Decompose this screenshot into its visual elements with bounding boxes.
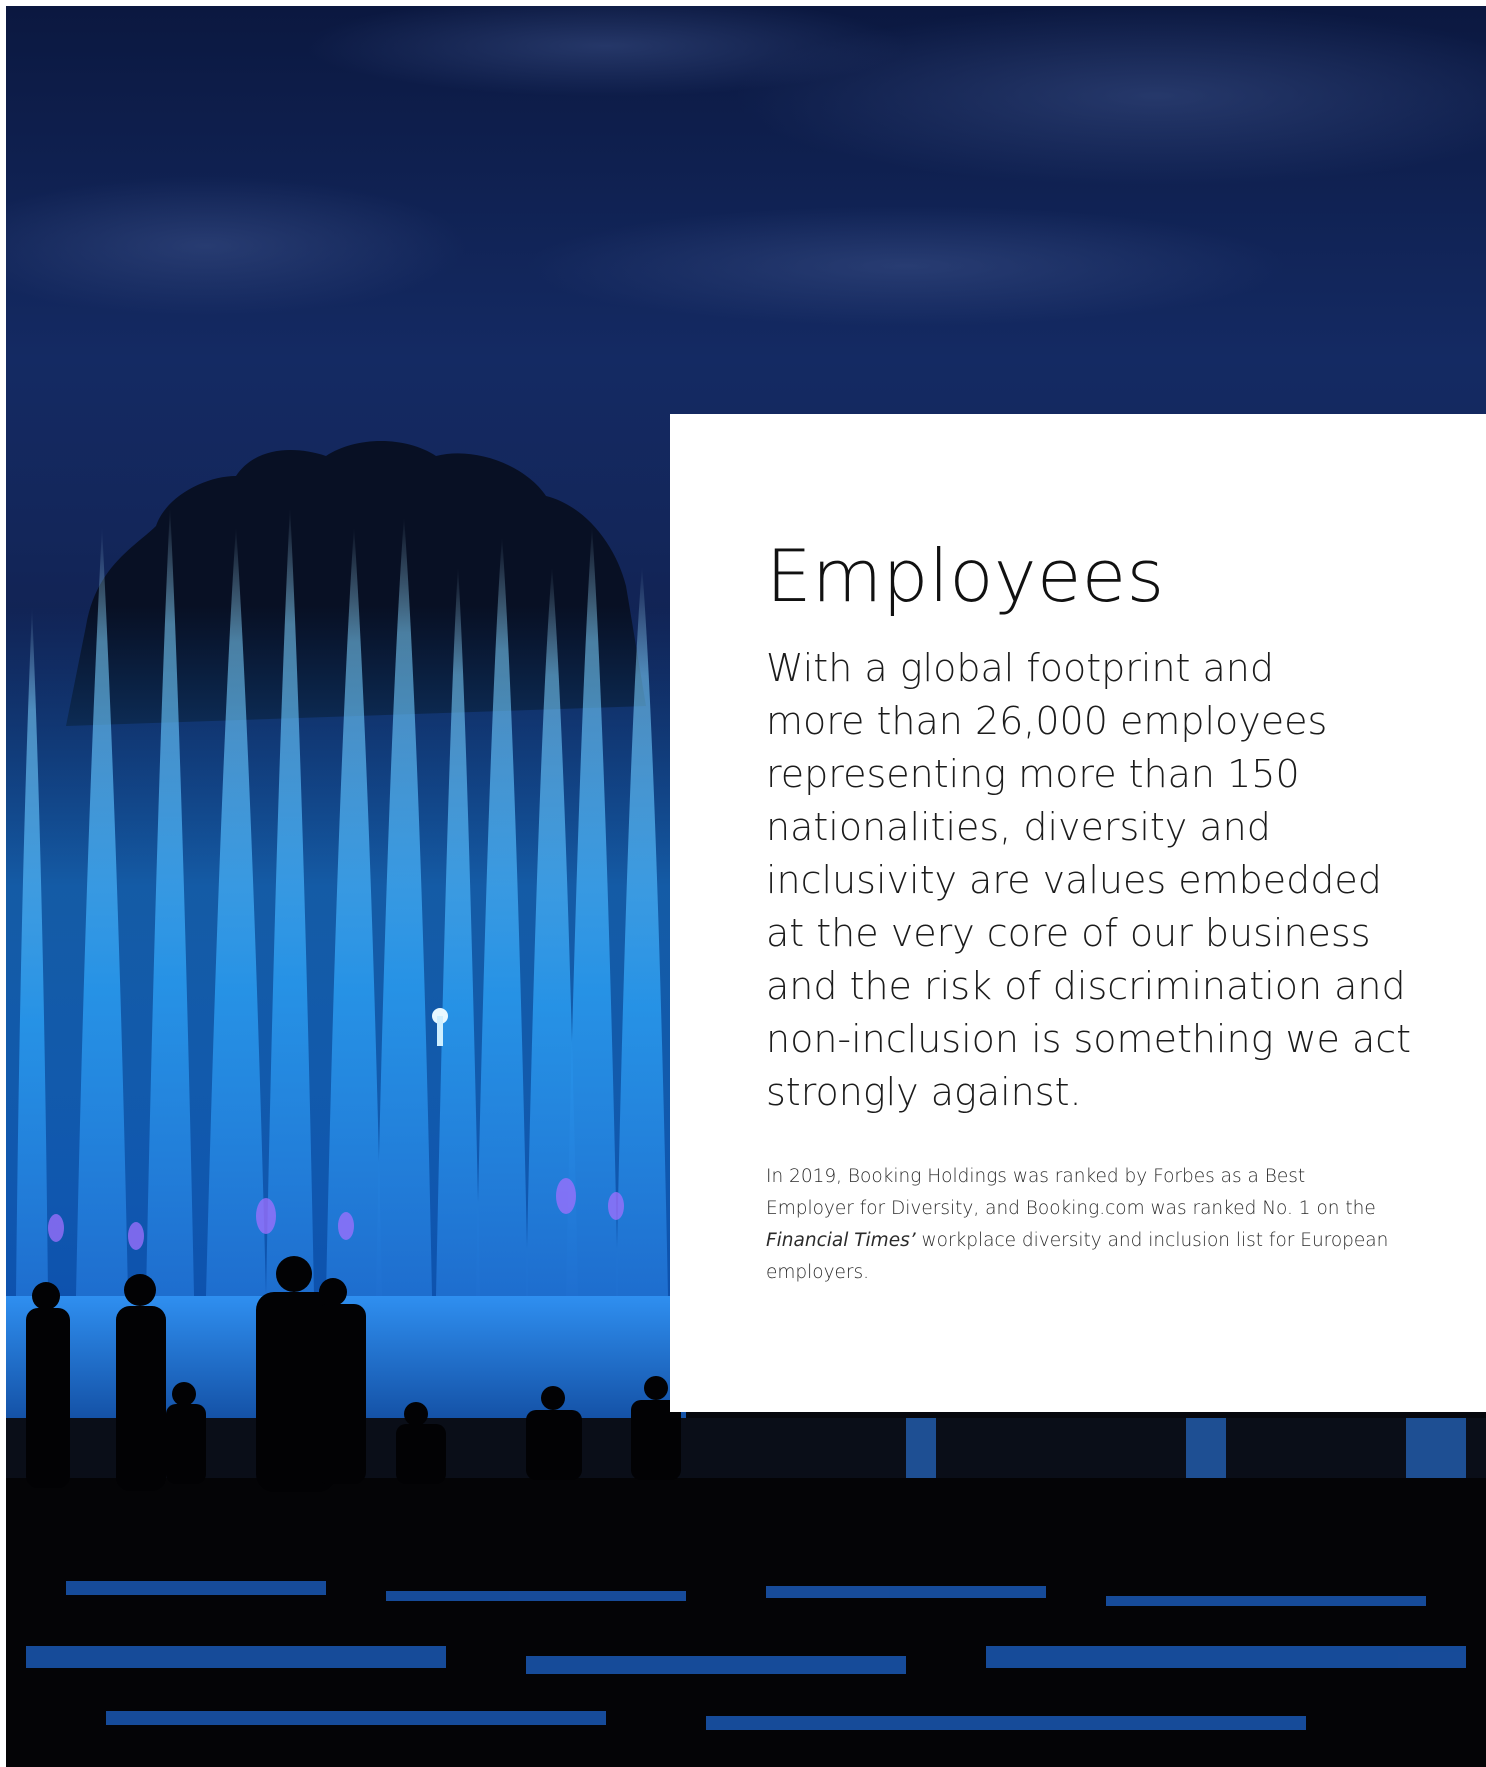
body-line: Employer for Diversity, and Booking.com … bbox=[766, 1198, 1376, 1219]
page-title: Employees bbox=[766, 534, 1165, 618]
publication-name: Financial Times’ bbox=[766, 1230, 916, 1251]
lead-line: and the risk of discrimination and bbox=[766, 964, 1406, 1008]
lead-line: non-inclusion is something we act bbox=[766, 1017, 1412, 1061]
lead-line: at the very core of our business bbox=[766, 911, 1371, 955]
lead-paragraph: With a global footprint and more than 26… bbox=[766, 642, 1436, 1119]
body-line: In 2019, Booking Holdings was ranked by … bbox=[766, 1166, 1306, 1187]
body-line: Financial Times’ workplace diversity and… bbox=[766, 1225, 1426, 1257]
body-paragraph: In 2019, Booking Holdings was ranked by … bbox=[766, 1161, 1426, 1289]
body-text: workplace diversity and inclusion list f… bbox=[915, 1230, 1389, 1251]
lead-line: inclusivity are values embedded bbox=[766, 858, 1382, 902]
lead-line: With a global footprint and bbox=[766, 646, 1275, 690]
lead-line: strongly against. bbox=[766, 1070, 1082, 1114]
lead-line: nationalities, diversity and bbox=[766, 805, 1271, 849]
card-content: Employees With a global footprint and mo… bbox=[766, 534, 1446, 1289]
body-line: employers. bbox=[766, 1262, 870, 1283]
content-card: Employees With a global footprint and mo… bbox=[670, 414, 1486, 1412]
lead-line: representing more than 150 bbox=[766, 752, 1300, 796]
lead-line: more than 26,000 employees bbox=[766, 699, 1328, 743]
